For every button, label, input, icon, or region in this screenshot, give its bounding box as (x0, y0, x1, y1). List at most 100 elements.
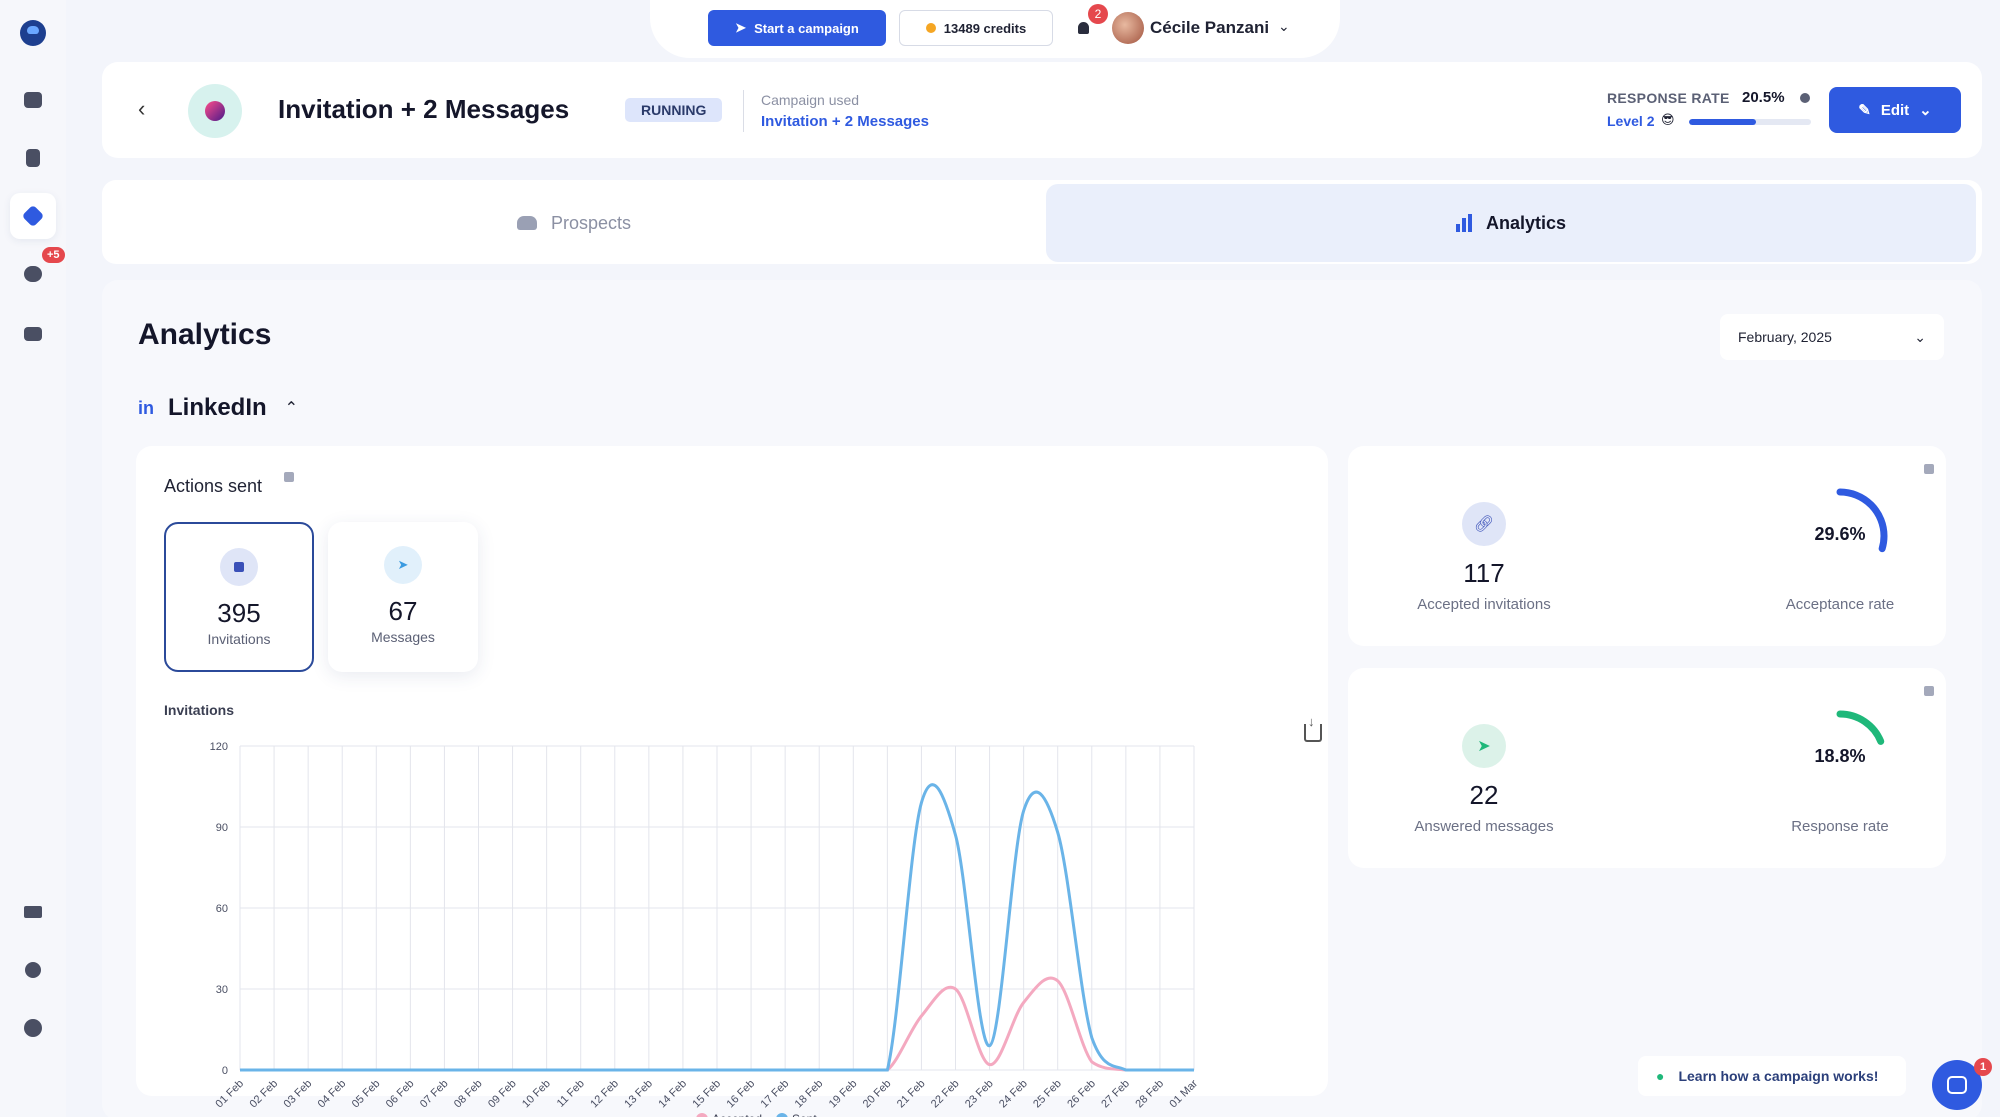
x-tick-label: 20 Feb (861, 1078, 894, 1111)
x-tick-label: 08 Feb (452, 1078, 485, 1111)
info-icon[interactable] (1924, 686, 1934, 696)
lightbulb-icon: ● (1656, 1068, 1665, 1084)
answered-count: 22 (1469, 780, 1499, 810)
credits-button[interactable]: 13489 credits (899, 10, 1053, 46)
send-icon: ➤ (1462, 724, 1506, 768)
learn-label: Learn how a campaign works! (1678, 1068, 1879, 1084)
x-tick-label: 27 Feb (1099, 1078, 1132, 1111)
pencil-icon: ✎ (1858, 102, 1871, 119)
user-avatar[interactable] (1112, 12, 1144, 44)
y-tick-label: 120 (210, 741, 228, 753)
x-tick-label: 03 Feb (282, 1078, 315, 1111)
bar-chart-icon (1455, 214, 1472, 232)
x-tick-label: 04 Feb (316, 1078, 349, 1111)
info-icon[interactable] (1924, 464, 1934, 474)
rocket-icon: ➤ (735, 20, 747, 35)
bell-icon (1077, 22, 1089, 34)
campaign-used-label: Campaign used (761, 92, 860, 108)
sidebar: +5 (0, 0, 67, 1117)
start-campaign-button[interactable]: ➤ Start a campaign (708, 10, 886, 46)
legend-marker-accepted (696, 1113, 708, 1117)
x-tick-label: 01 Mar (1167, 1077, 1200, 1110)
acceptance-rate-value: 29.6% (1814, 524, 1866, 544)
response-rate-value: 20.5% (1742, 89, 1785, 106)
x-tick-label: 23 Feb (963, 1078, 996, 1111)
level-progress-bar (1689, 119, 1811, 125)
campaign-title: Invitation + 2 Messages (278, 94, 570, 124)
home-icon[interactable] (10, 77, 56, 123)
people-icon (516, 216, 537, 230)
y-tick-label: 30 (216, 984, 228, 996)
x-tick-label: 06 Feb (384, 1078, 417, 1111)
x-tick-label: 18 Feb (793, 1078, 826, 1111)
chevron-down-icon[interactable]: ⌄ (1278, 18, 1290, 35)
level-progress-fill (1689, 119, 1757, 125)
level-emoji: 😎 (1661, 112, 1675, 127)
linkedin-section-header[interactable]: in LinkedIn ⌃ (138, 394, 298, 422)
actions-sent-card: Actions sent 395 Invitations ➤ 67 Messag… (136, 446, 1328, 1117)
back-icon[interactable]: ‹ (138, 96, 145, 122)
response-rate-label: RESPONSE RATE (1607, 90, 1730, 106)
chevron-down-icon: ⌄ (1914, 328, 1926, 345)
x-tick-label: 26 Feb (1065, 1078, 1098, 1111)
credits-label: 13489 credits (943, 20, 1027, 36)
x-tick-label: 12 Feb (588, 1078, 621, 1111)
x-tick-label: 15 Feb (690, 1078, 723, 1111)
tab-prospects[interactable]: Prospects (102, 184, 1046, 262)
messages-badge: +5 (40, 245, 67, 265)
campaign-used-link[interactable]: Invitation + 2 Messages (761, 113, 929, 130)
billing-icon[interactable] (10, 1005, 56, 1051)
top-bar: ➤ Start a campaign 13489 credits 2 Cécil… (650, 0, 1340, 58)
chat-icon (1947, 1076, 1967, 1094)
acceptance-rate-label: Acceptance rate (1785, 596, 1895, 613)
app-logo[interactable] (20, 20, 46, 46)
x-tick-label: 24 Feb (997, 1078, 1030, 1111)
month-select-value: February, 2025 (1738, 329, 1832, 345)
y-tick-label: 60 (216, 903, 228, 915)
tab-analytics[interactable]: Analytics (1046, 184, 1976, 262)
x-tick-label: 01 Feb (213, 1078, 246, 1111)
info-icon[interactable] (1800, 93, 1810, 103)
rocket-icon[interactable] (10, 193, 56, 239)
level-label: Level 2 (1607, 113, 1655, 129)
x-tick-label: 07 Feb (418, 1078, 451, 1111)
chevron-up-icon[interactable]: ⌃ (285, 398, 298, 418)
answered-label: Answered messages (1414, 818, 1554, 835)
acceptance-card: 🔗︎ 117 Accepted invitations 29.6% Accept… (1348, 446, 1946, 646)
x-tick-label: 14 Feb (656, 1078, 689, 1111)
x-tick-label: 19 Feb (827, 1078, 860, 1111)
status-badge: RUNNING (625, 98, 723, 122)
analytics-panel: Analytics February, 2025 ⌄ in LinkedIn ⌃… (102, 280, 1982, 1117)
user-name[interactable]: Cécile Panzani (1150, 18, 1269, 38)
section-title: LinkedIn (168, 394, 267, 421)
x-tick-label: 25 Feb (1031, 1078, 1064, 1111)
linkedin-icon: in (138, 397, 154, 418)
learn-campaign-link[interactable]: ● Learn how a campaign works! (1638, 1056, 1906, 1096)
notification-badge: 2 (1088, 4, 1108, 24)
legend-marker-sent (776, 1113, 788, 1117)
y-tick-label: 90 (216, 822, 228, 834)
tab-bar: Prospects Analytics (102, 180, 1982, 264)
x-tick-label: 02 Feb (247, 1078, 280, 1111)
response-rate-value: 18.8% (1814, 746, 1866, 766)
campaign-avatar (188, 84, 242, 138)
crown-icon[interactable] (10, 889, 56, 935)
contacts-icon[interactable] (10, 135, 56, 181)
invitations-chart: 0 30 60 90 120 01 Feb 02 Feb 03 Feb 04 Feb 05 Feb… (210, 741, 1200, 1117)
edit-button[interactable]: ✎ Edit ⌄ (1829, 87, 1961, 133)
messages-icon[interactable]: +5 (10, 245, 67, 297)
response-card: ➤ 22 Answered messages 18.8% Response ra… (1348, 668, 1946, 868)
page-title: Analytics (138, 318, 272, 351)
accepted-count: 117 (1463, 558, 1505, 588)
campaign-header: ‹ Invitation + 2 Messages RUNNING Campai… (102, 62, 1982, 158)
x-tick-label: 21 Feb (895, 1078, 928, 1111)
chat-badge: 1 (1974, 1058, 1992, 1076)
link-icon: 🔗︎ (1462, 502, 1506, 546)
tab-prospects-label: Prospects (550, 212, 632, 233)
month-select[interactable]: February, 2025 ⌄ (1720, 314, 1944, 360)
accepted-label: Accepted invitations (1417, 596, 1551, 613)
briefcase-icon[interactable] (10, 311, 56, 357)
settings-icon[interactable] (10, 947, 56, 993)
divider (743, 90, 744, 132)
legend-label-sent: Sent (792, 1112, 817, 1117)
